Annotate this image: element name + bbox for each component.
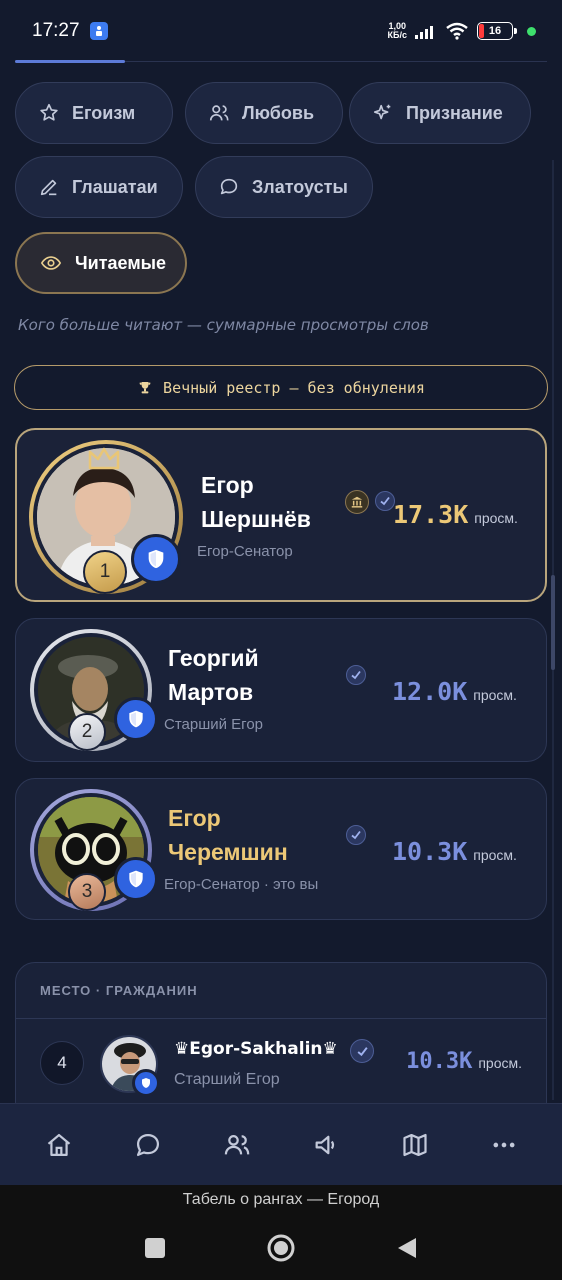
trophy-icon <box>139 381 151 393</box>
status-bar: 17:27 1,00 КБ/с 16 <box>0 0 562 62</box>
leader-role: Егор-Сенатор · это вы <box>164 876 319 893</box>
megaphone-icon <box>315 1135 334 1154</box>
nav-map[interactable] <box>385 1115 445 1175</box>
leader-views: 12.0K просм. <box>392 677 517 706</box>
verified-icon <box>375 491 395 511</box>
bottom-navigation <box>0 1103 562 1185</box>
leader-card-3[interactable]: 3 Егор Черемшин Егор-Сенатор · это вы 10… <box>15 778 547 920</box>
tab-description: Кого больше читают — суммарные просмотры… <box>18 316 429 334</box>
map-icon <box>402 1133 427 1156</box>
leader-name: Егор Шершнёв <box>201 472 311 532</box>
avatar: 2 <box>30 629 158 751</box>
avatar: 3 <box>30 789 158 911</box>
pen-icon <box>40 179 57 196</box>
crown-icon <box>88 447 120 470</box>
signal-icon <box>415 26 433 39</box>
tab-readable[interactable]: Читаемые <box>15 232 187 294</box>
eternal-registry-banner: Вечный реестр — без обнуления <box>14 365 548 410</box>
shield-icon <box>129 870 143 888</box>
leader-card-1[interactable]: DR 1 Егор Шершнёв Егор-Сенатор 17.3K про… <box>15 428 547 602</box>
leader-role: Старший Егор <box>164 716 264 733</box>
table-row-rank: 4 <box>40 1041 84 1085</box>
nav-chat[interactable] <box>118 1115 178 1175</box>
system-navigation-bar <box>0 1215 562 1280</box>
home-button-icon[interactable] <box>266 1233 296 1263</box>
people-icon <box>224 1134 249 1154</box>
verified-icon <box>346 825 366 845</box>
sparkle-icon <box>373 104 391 120</box>
table-row-views: 10.3K просм. <box>406 1049 522 1074</box>
nav-home[interactable] <box>29 1115 89 1175</box>
verified-icon <box>350 1039 374 1063</box>
rank-table: МЕСТО · ГРАЖДАНИН 4 ♛Egor-Sakhalin♛ Стар… <box>15 962 547 1122</box>
notification-app-icon <box>89 22 108 40</box>
shield-icon <box>148 549 164 569</box>
eye-icon <box>40 256 62 270</box>
tab-heralds[interactable]: Глашатаи <box>15 156 183 218</box>
shield-badge <box>131 534 181 584</box>
tab-recognition[interactable]: Признание <box>349 82 531 144</box>
shield-badge <box>132 1069 160 1097</box>
wifi-icon <box>446 22 468 40</box>
recents-button-icon[interactable] <box>144 1237 166 1259</box>
rank-badge-silver: 2 <box>68 713 106 751</box>
status-icons: 1,00 КБ/с 16 <box>388 22 536 40</box>
nav-people[interactable] <box>207 1115 267 1175</box>
nav-announcements[interactable] <box>296 1115 356 1175</box>
rank-badge-bronze: 3 <box>68 873 106 911</box>
scrollbar-thumb[interactable] <box>551 575 555 670</box>
table-row-role: Старший Егор <box>174 1071 280 1088</box>
clock: 17:27 <box>32 20 80 41</box>
shield-badge <box>114 697 158 741</box>
table-header: МЕСТО · ГРАЖДАНИН <box>16 963 546 1019</box>
avatar: DR 1 <box>29 440 183 594</box>
tab-orators[interactable]: Златоусты <box>195 156 373 218</box>
tab-egoism[interactable]: Егоизм <box>15 82 173 144</box>
institution-icon <box>345 490 369 514</box>
star-icon <box>40 103 58 121</box>
network-speed: 1,00 КБ/с <box>387 21 407 40</box>
chat-icon <box>136 1133 159 1156</box>
battery-indicator: 16 <box>477 22 517 40</box>
leader-views: 17.3K просм. <box>393 500 518 529</box>
nav-more[interactable] <box>474 1115 534 1175</box>
shield-icon <box>142 1078 150 1088</box>
leader-views: 10.3K просм. <box>392 837 517 866</box>
leader-card-2[interactable]: 2 Георгий Мартов Старший Егор 12.0K прос… <box>15 618 547 762</box>
privacy-dot <box>527 26 536 36</box>
back-button-icon[interactable] <box>396 1236 418 1260</box>
shield-icon <box>129 710 143 728</box>
more-icon <box>493 1142 514 1147</box>
verified-icon <box>346 665 366 685</box>
home-icon <box>47 1133 70 1156</box>
shield-badge <box>114 857 158 901</box>
chat-bubble-icon <box>220 178 238 195</box>
leader-name: Георгий Мартов <box>168 645 259 705</box>
users-icon <box>209 105 229 121</box>
leader-role: Егор-Сенатор <box>197 543 293 560</box>
leader-name: Егор Черемшин <box>168 805 288 865</box>
tab-love[interactable]: Любовь <box>185 82 343 144</box>
rank-badge-gold: 1 <box>83 550 127 594</box>
page-title-footer: Табель о рангах — Егород <box>0 1185 562 1215</box>
table-row-name[interactable]: ♛Egor-Sakhalin♛ <box>174 1039 338 1059</box>
header-accent-line <box>15 60 125 63</box>
